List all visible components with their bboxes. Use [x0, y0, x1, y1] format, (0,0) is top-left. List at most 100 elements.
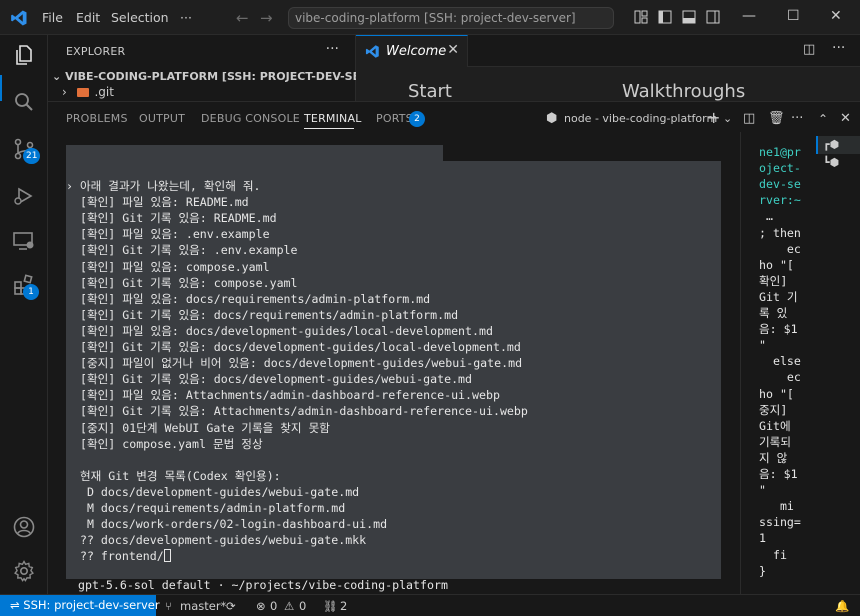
customize-layout-icon[interactable]	[634, 10, 648, 24]
tab-ports[interactable]: PORTS	[376, 112, 413, 125]
terminal-split-line: dev-se	[759, 177, 801, 192]
kill-terminal-trash-icon[interactable]: 🗑	[768, 111, 785, 126]
terminal-line: [확인] 파일 있음: Attachments/admin-dashboard-…	[66, 388, 500, 403]
title-bar: File Edit Selection ··· ← → vibe-coding-…	[0, 0, 860, 35]
bottom-panel: PROBLEMS OUTPUT DEBUG CONSOLE TERMINAL P…	[48, 101, 860, 595]
terminal-split-line: 록 있	[759, 306, 788, 320]
close-tab-icon[interactable]: ✕	[447, 42, 459, 58]
search-icon[interactable]	[12, 90, 36, 114]
settings-gear-icon[interactable]	[12, 559, 36, 583]
remote-indicator[interactable]: ⇌ SSH: project-dev-server	[0, 595, 160, 616]
explorer-title: EXPLORER	[66, 45, 126, 58]
accounts-icon[interactable]	[12, 515, 36, 539]
terminal-split-line: ec	[759, 370, 801, 385]
explorer-sidebar: EXPLORER ··· ⌄ VIBE-CODING-PLATFORM [SSH…	[48, 35, 398, 101]
tree-item-git[interactable]: › .git	[62, 85, 114, 99]
terminal-split-line: 확인]	[759, 273, 788, 288]
terminal-tree-item-1[interactable]: ┏⬢	[823, 138, 839, 151]
folder-git-icon	[76, 88, 89, 97]
menu-selection[interactable]: Selection	[111, 10, 169, 25]
remote-icon: ⇌	[10, 598, 24, 612]
error-icon[interactable]: ⊗	[256, 599, 266, 613]
new-terminal-plus-icon[interactable]: +	[707, 108, 720, 127]
terminal-line: ?? frontend/	[66, 548, 171, 564]
toggle-panel-icon[interactable]	[682, 10, 696, 24]
tab-debug-console[interactable]: DEBUG CONSOLE	[201, 112, 300, 125]
explorer-icon[interactable]	[12, 43, 36, 67]
back-arrow-icon[interactable]: ←	[236, 9, 249, 27]
terminal-split-line: Git에	[759, 418, 791, 433]
start-heading: Start	[408, 81, 452, 102]
terminal-line: M docs/requirements/admin-platform.md	[66, 501, 346, 515]
extensions-badge: 1	[23, 284, 39, 300]
warning-icon[interactable]: ⚠	[284, 599, 294, 613]
workspace-folder-label: VIBE-CODING-PLATFORM [SSH: PROJECT-DEV-S…	[65, 70, 399, 83]
terminal-split-line: else	[759, 354, 801, 369]
sync-icon[interactable]: ⟳	[226, 599, 236, 613]
terminal-split-line: "	[759, 483, 766, 498]
ports-forwarded-count[interactable]: 2	[340, 599, 347, 613]
active-indicator	[0, 75, 2, 101]
terminal-split-line: }	[759, 563, 766, 578]
editor-more-icon[interactable]: ···	[832, 40, 845, 56]
error-count[interactable]: 0	[270, 599, 277, 613]
workspace-folder[interactable]: ⌄ VIBE-CODING-PLATFORM [SSH: PROJECT-DEV…	[52, 70, 398, 83]
terminal-split-line: fi	[759, 547, 787, 562]
tab-terminal[interactable]: TERMINAL	[304, 112, 362, 125]
toggle-primary-sidebar-icon[interactable]	[658, 10, 672, 24]
terminal-line: [확인] 파일 있음: docs/development-guides/loca…	[66, 323, 493, 338]
terminal-tree-active-bar	[816, 136, 818, 154]
close-window-icon[interactable]: ✕	[830, 8, 842, 24]
split-editor-icon[interactable]: ◫	[803, 42, 815, 57]
terminal-line: [확인] 파일 있음: .env.example	[66, 227, 270, 242]
terminal-line: ?? docs/development-guides/webui-gate.mk…	[66, 533, 367, 548]
vscode-logo-icon	[11, 10, 27, 26]
terminal-line: [확인] 파일 있음: README.md	[66, 195, 249, 210]
terminal-line: [중지] 파일이 없거나 비어 있음: docs/development-gui…	[66, 356, 523, 371]
tab-output[interactable]: OUTPUT	[139, 112, 185, 125]
close-panel-icon[interactable]: ✕	[840, 111, 851, 126]
split-terminal-icon[interactable]: ◫	[743, 111, 755, 126]
ports-badge: 2	[409, 111, 425, 127]
terminal-cursor	[163, 549, 171, 563]
ports-forwarded-icon[interactable]: ⛓	[323, 599, 338, 613]
status-bar: ⇌ SSH: project-dev-server ⑂ master* ⟳ ⊗ …	[0, 594, 860, 616]
panel-more-icon[interactable]: ···	[791, 111, 803, 126]
terminal-selection-top	[66, 145, 443, 161]
terminal-name[interactable]: node - vibe-coding-platform	[564, 112, 717, 125]
terminal-split-line: ho "[	[759, 257, 794, 272]
explorer-more-icon[interactable]: ···	[326, 41, 339, 57]
terminal-split-line: 음: $1	[759, 467, 798, 481]
maximize-icon[interactable]: ☐	[787, 8, 800, 24]
remote-label: SSH: project-dev-server	[23, 598, 160, 612]
branch-icon: ⑂	[165, 599, 172, 613]
terminal-split-line: ; then	[759, 225, 801, 240]
terminal-line: [확인] Git 기록 있음: Attachments/admin-dashbo…	[66, 404, 528, 419]
editor-area: Welcome ✕ ◫ ··· Start Walkthroughs	[356, 35, 860, 102]
warning-count[interactable]: 0	[299, 599, 306, 613]
remote-explorer-icon[interactable]	[12, 229, 36, 253]
run-debug-icon[interactable]	[12, 184, 36, 208]
terminal-split-line: 기록되	[759, 434, 791, 449]
toggle-secondary-sidebar-icon[interactable]	[706, 10, 720, 24]
terminal-split-line: ssing=	[759, 515, 801, 530]
minimize-icon[interactable]: —	[742, 8, 756, 24]
terminal-split-line: ho "[	[759, 386, 794, 401]
menu-file[interactable]: File	[42, 10, 63, 25]
active-tab-underline	[304, 128, 354, 129]
terminal-tree-item-2[interactable]: ┗⬢	[823, 156, 839, 169]
tab-strip: ◫ ···	[468, 35, 860, 67]
menu-more[interactable]: ···	[180, 10, 192, 25]
notifications-bell-icon[interactable]: 🔔	[835, 599, 849, 613]
forward-arrow-icon[interactable]: →	[260, 9, 273, 27]
menu-edit[interactable]: Edit	[76, 10, 100, 25]
tab-welcome[interactable]: Welcome ✕	[356, 35, 468, 67]
maximize-panel-chevron-icon[interactable]: ⌃	[818, 112, 828, 126]
branch-name[interactable]: master*	[180, 599, 226, 613]
tree-item-label: .git	[94, 85, 114, 99]
terminal-split-line: 1	[759, 531, 766, 546]
terminal-line: [확인] Git 기록 있음: compose.yaml	[66, 275, 298, 290]
command-center-search[interactable]: vibe-coding-platform [SSH: project-dev-s…	[288, 7, 614, 29]
terminal-dropdown-chevron-icon[interactable]: ⌄	[723, 112, 732, 125]
tab-problems[interactable]: PROBLEMS	[66, 112, 128, 125]
